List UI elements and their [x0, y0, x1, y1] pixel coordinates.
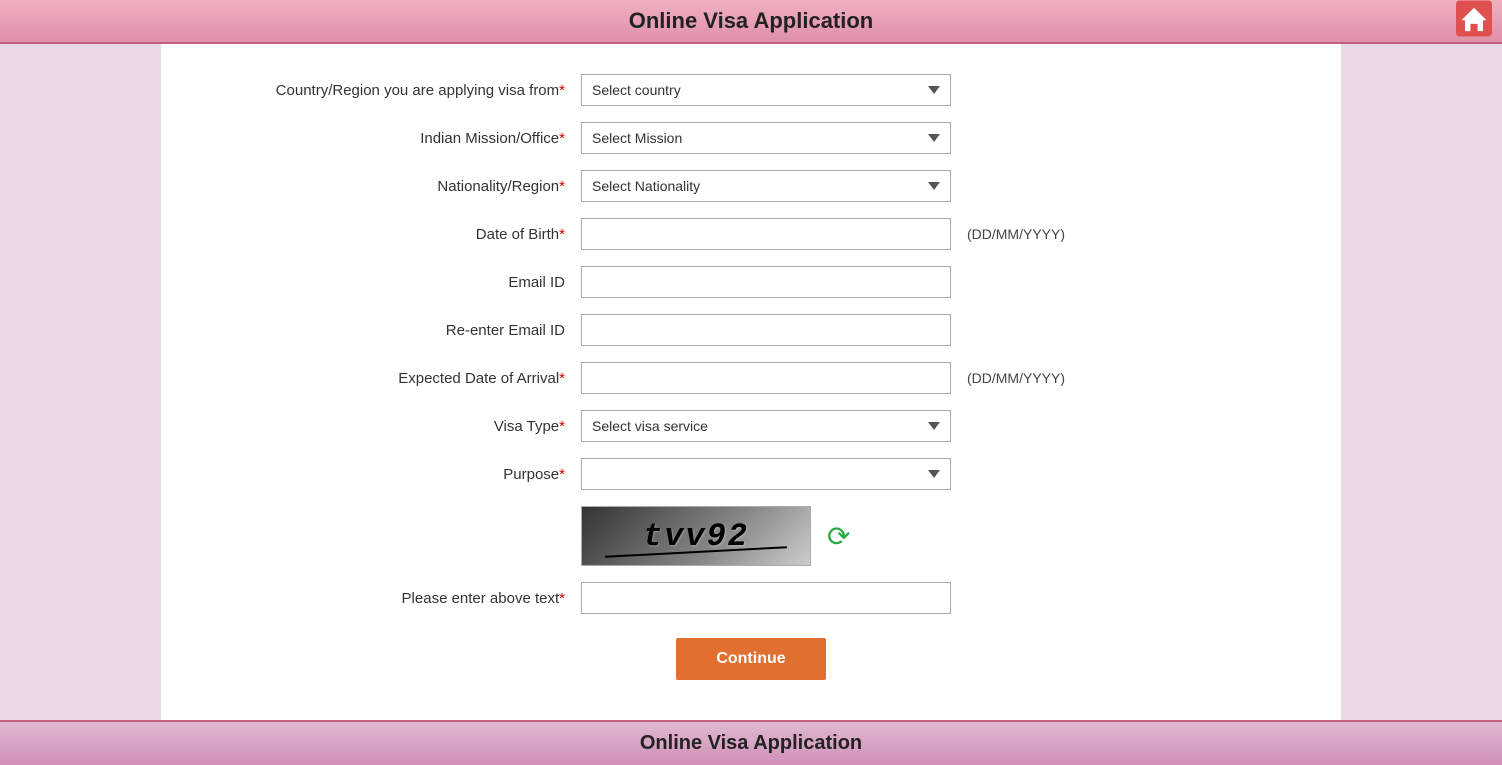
visa-type-required: *: [559, 418, 565, 435]
arrival-input[interactable]: [581, 362, 951, 394]
email-label: Email ID: [201, 274, 581, 291]
visa-type-select[interactable]: Select visa service: [581, 410, 951, 442]
dob-label: Date of Birth*: [201, 226, 581, 243]
visa-type-label: Visa Type*: [201, 418, 581, 435]
captcha-input-row: Please enter above text*: [201, 582, 1301, 614]
dob-suffix: (DD/MM/YYYY): [967, 226, 1065, 242]
captcha-input-label: Please enter above text*: [201, 590, 581, 607]
purpose-row: Purpose*: [201, 458, 1301, 490]
mission-select[interactable]: Select Mission: [581, 122, 951, 154]
arrival-label: Expected Date of Arrival*: [201, 370, 581, 387]
arrival-control: [581, 362, 951, 394]
arrival-required: *: [559, 370, 565, 387]
nationality-select[interactable]: Select Nationality: [581, 170, 951, 202]
dob-control: [581, 218, 951, 250]
nationality-label: Nationality/Region*: [201, 178, 581, 195]
captcha-refresh-icon[interactable]: ⟳: [827, 520, 850, 553]
reenter-email-row: Re-enter Email ID: [201, 314, 1301, 346]
arrival-row: Expected Date of Arrival* (DD/MM/YYYY): [201, 362, 1301, 394]
captcha-input[interactable]: [581, 582, 951, 614]
email-row: Email ID: [201, 266, 1301, 298]
country-label: Country/Region you are applying visa fro…: [201, 82, 581, 99]
purpose-label: Purpose*: [201, 466, 581, 483]
captcha-required: *: [559, 590, 565, 607]
captcha-input-control: [581, 582, 951, 614]
mission-row: Indian Mission/Office* Select Mission: [201, 122, 1301, 154]
dob-required: *: [559, 226, 565, 243]
home-icon[interactable]: [1456, 1, 1492, 37]
captcha-image: tvv92: [581, 506, 811, 566]
email-input[interactable]: [581, 266, 951, 298]
home-icon-container[interactable]: [1456, 1, 1492, 42]
visa-type-control: Select visa service: [581, 410, 951, 442]
page-footer: Online Visa Application: [0, 720, 1502, 765]
page-header: Online Visa Application: [0, 0, 1502, 44]
mission-label: Indian Mission/Office*: [201, 130, 581, 147]
footer-title: Online Visa Application: [0, 732, 1502, 755]
mission-control: Select Mission: [581, 122, 951, 154]
continue-button[interactable]: Continue: [676, 638, 825, 680]
arrival-suffix: (DD/MM/YYYY): [967, 370, 1065, 386]
reenter-email-control: [581, 314, 951, 346]
captcha-image-row: tvv92 ⟳: [581, 506, 1301, 566]
nationality-control: Select Nationality: [581, 170, 951, 202]
purpose-control: [581, 458, 951, 490]
main-content: Country/Region you are applying visa fro…: [161, 44, 1341, 720]
country-required: *: [559, 82, 565, 99]
visa-type-row: Visa Type* Select visa service: [201, 410, 1301, 442]
reenter-email-label: Re-enter Email ID: [201, 322, 581, 339]
country-row: Country/Region you are applying visa fro…: [201, 74, 1301, 106]
nationality-row: Nationality/Region* Select Nationality: [201, 170, 1301, 202]
page-title: Online Visa Application: [0, 8, 1502, 34]
dob-row: Date of Birth* (DD/MM/YYYY): [201, 218, 1301, 250]
purpose-select[interactable]: [581, 458, 951, 490]
reenter-email-input[interactable]: [581, 314, 951, 346]
mission-required: *: [559, 130, 565, 147]
nationality-required: *: [559, 178, 565, 195]
captcha-text: tvv92: [643, 518, 749, 555]
email-control: [581, 266, 951, 298]
continue-row: Continue: [201, 638, 1301, 680]
country-select[interactable]: Select country: [581, 74, 951, 106]
dob-input[interactable]: [581, 218, 951, 250]
purpose-required: *: [559, 466, 565, 483]
country-control: Select country: [581, 74, 951, 106]
